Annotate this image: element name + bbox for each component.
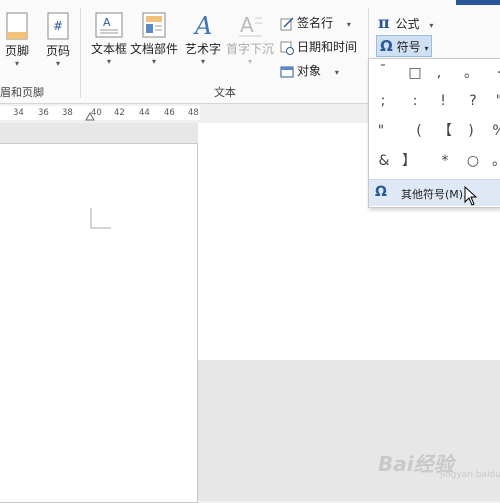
- ruler-tick: 36: [38, 108, 49, 118]
- chevron-down-icon: ▾: [424, 44, 429, 53]
- symbol-cell[interactable]: ·: [487, 61, 500, 85]
- symbol-cell[interactable]: 。: [459, 61, 483, 85]
- page-number-label: 页码: [45, 44, 70, 58]
- svg-text:A: A: [240, 13, 254, 37]
- footer-button[interactable]: 页脚 ▾: [0, 12, 34, 69]
- symbol-cell[interactable]: 】: [397, 149, 421, 173]
- document-page[interactable]: [0, 143, 198, 503]
- indent-marker-icon[interactable]: [85, 111, 95, 121]
- textbox-icon: A: [95, 12, 123, 38]
- ruler-tick: 34: [13, 108, 24, 118]
- symbol-cell[interactable]: ": [487, 89, 500, 113]
- signature-line-button[interactable]: 签名行 ▾: [280, 14, 351, 31]
- object-button[interactable]: 对象 ▾: [280, 62, 339, 79]
- equation-button[interactable]: π 公式 ▾: [378, 13, 433, 32]
- page-number-button[interactable]: # 页码 ▾: [42, 12, 74, 69]
- symbol-cell[interactable]: □: [403, 61, 427, 85]
- chevron-down-icon: ▾: [346, 20, 351, 29]
- symbol-cell[interactable]: 。: [487, 149, 500, 173]
- text-group-label: 文本: [214, 86, 236, 99]
- chevron-down-icon: ▾: [247, 57, 252, 66]
- footer-icon: [6, 12, 28, 40]
- quickparts-icon: [142, 12, 166, 38]
- symbol-cell[interactable]: ": [369, 119, 393, 143]
- margin-corner-mark: [90, 208, 111, 229]
- page-number-icon: #: [47, 12, 69, 40]
- textbox-button[interactable]: A 文本框 ▾: [90, 12, 128, 67]
- signature-label: 签名行: [297, 16, 334, 30]
- ruler-tick: 44: [139, 108, 150, 118]
- header-footer-group-label: 眉和页脚: [0, 86, 44, 99]
- watermark-url: jingyan.baidu.com: [440, 470, 500, 480]
- group-separator: [80, 8, 81, 98]
- ruler-tick: 42: [114, 108, 125, 118]
- dropcap-label: 首字下沉: [226, 42, 275, 56]
- omega-icon: Ω: [375, 184, 387, 200]
- quickparts-label: 文档部件: [130, 42, 179, 56]
- textbox-label: 文本框: [90, 42, 127, 56]
- object-label: 对象: [297, 64, 322, 78]
- dropcap-button[interactable]: A 首字下沉 ▾: [226, 12, 274, 67]
- ruler-tick: 48: [188, 108, 199, 118]
- wordart-button[interactable]: A 艺术字 ▾: [184, 12, 222, 67]
- chevron-down-icon: ▾: [106, 57, 111, 66]
- symbol-dropdown-menu: ¯ □ , 。 · ; : ! ? " " ( 【 ) % & 】 * ○ 。 …: [368, 58, 500, 208]
- symbol-cell[interactable]: ;: [371, 89, 395, 113]
- footer-label: 页脚: [4, 44, 29, 58]
- symbol-cell[interactable]: ¯: [371, 59, 395, 83]
- symbol-button[interactable]: Ω 符号 ▾: [376, 35, 433, 57]
- symbol-cell[interactable]: 【: [433, 119, 457, 143]
- datetime-button[interactable]: 日期和时间: [280, 38, 357, 55]
- symbol-cell[interactable]: ○: [461, 149, 485, 173]
- symbol-cell[interactable]: !: [431, 89, 455, 113]
- omega-icon: Ω: [380, 37, 393, 55]
- chevron-down-icon: ▾: [151, 57, 156, 66]
- symbol-label: 符号: [396, 40, 421, 54]
- wordart-icon: A: [193, 12, 212, 38]
- symbol-cell[interactable]: ,: [427, 61, 451, 85]
- symbol-cell[interactable]: *: [433, 149, 457, 173]
- calendar-clock-icon: [280, 41, 294, 55]
- title-bar-strip: [456, 0, 500, 5]
- ruler-tick: 38: [62, 108, 73, 118]
- symbol-cell[interactable]: %: [487, 119, 500, 143]
- chevron-down-icon: ▾: [14, 59, 19, 68]
- symbol-cell[interactable]: ): [459, 119, 483, 143]
- chevron-down-icon: ▾: [334, 68, 339, 77]
- chevron-down-icon: ▾: [429, 21, 434, 30]
- datetime-label: 日期和时间: [297, 40, 358, 54]
- pi-icon: π: [378, 13, 390, 32]
- object-icon: [280, 66, 294, 77]
- quickparts-button[interactable]: 文档部件 ▾: [130, 12, 178, 67]
- chevron-down-icon: ▾: [200, 57, 205, 66]
- more-symbols-item[interactable]: Ω 其他符号(M)...: [369, 179, 500, 206]
- dropcap-icon: A: [239, 13, 262, 37]
- equation-label: 公式: [395, 17, 420, 31]
- ruler-tick: 46: [164, 108, 175, 118]
- signature-icon: [280, 16, 294, 30]
- svg-text:A: A: [103, 16, 111, 29]
- symbol-cell[interactable]: (: [407, 119, 431, 143]
- mouse-pointer-icon: [464, 186, 478, 206]
- svg-text:A: A: [193, 12, 212, 38]
- more-symbols-label: 其他符号(M)...: [401, 188, 474, 201]
- svg-text:#: #: [53, 19, 63, 33]
- symbol-cell[interactable]: ?: [461, 89, 485, 113]
- symbol-cell[interactable]: &: [372, 149, 396, 173]
- wordart-label: 艺术字: [184, 42, 221, 56]
- symbol-cell[interactable]: :: [403, 89, 427, 113]
- chevron-down-icon: ▾: [55, 59, 60, 68]
